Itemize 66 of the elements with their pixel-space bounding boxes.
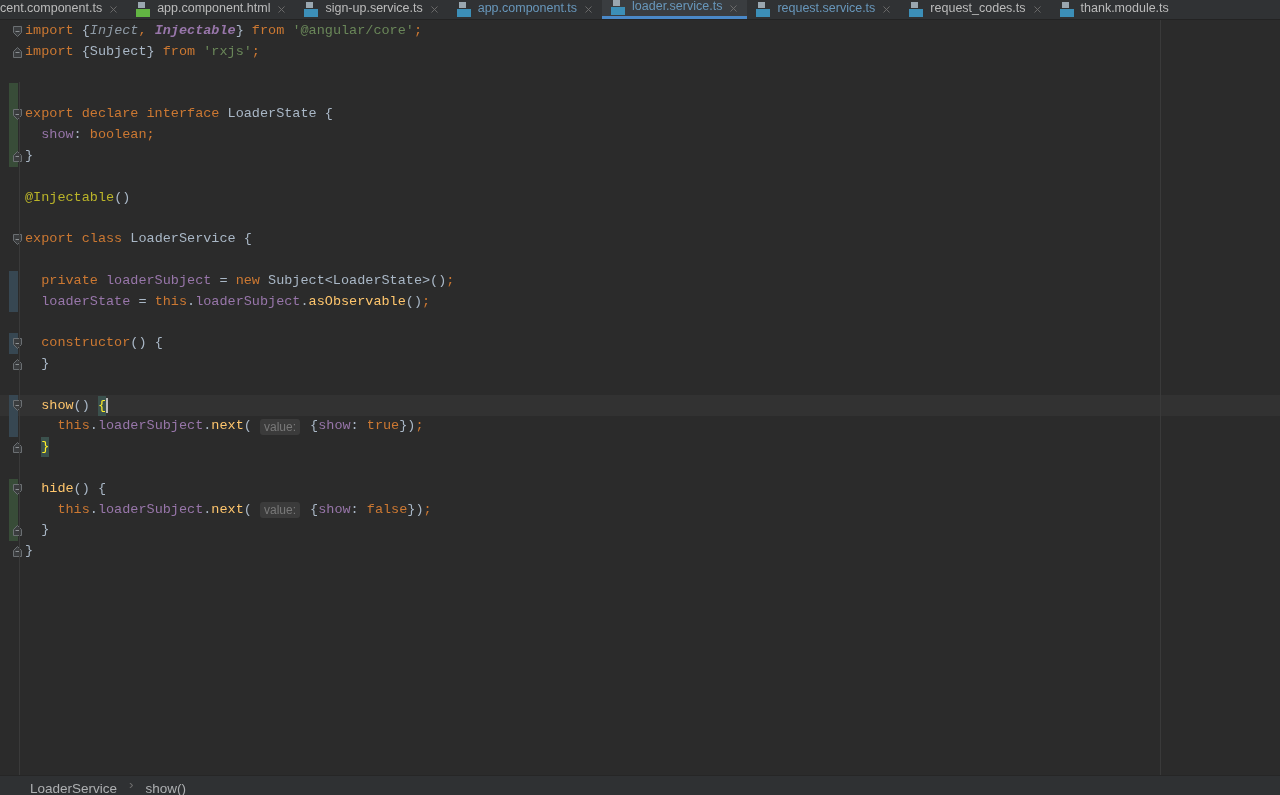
code-text: import {Subject} from 'rxjs'; bbox=[25, 43, 260, 62]
editor-tab[interactable]: loader.service.ts bbox=[602, 0, 748, 19]
file-icon bbox=[135, 1, 152, 18]
tab-label: loader.service.ts bbox=[632, 0, 723, 13]
breadcrumb-item[interactable]: LoaderService bbox=[30, 781, 118, 795]
file-icon bbox=[1058, 1, 1075, 18]
close-icon[interactable] bbox=[276, 4, 288, 15]
tab-label: app.component.ts bbox=[477, 1, 578, 15]
code-text: export class LoaderService { bbox=[25, 230, 252, 249]
inlay-hint: value: bbox=[259, 418, 300, 435]
close-icon[interactable] bbox=[583, 4, 595, 15]
code-text: import {Inject, Injectable} from '@angular/core'; bbox=[25, 22, 422, 41]
code-text: hide() { bbox=[40, 479, 106, 498]
tab-label: sign-up.service.ts bbox=[325, 1, 423, 15]
file-icon bbox=[610, 0, 627, 16]
code-text: @Injectable() bbox=[25, 188, 131, 207]
editor-tab[interactable]: request.service.ts bbox=[747, 0, 901, 19]
code-text: } bbox=[25, 542, 34, 561]
fold-icon[interactable] bbox=[13, 400, 22, 412]
fold-icon[interactable] bbox=[13, 46, 22, 58]
editor-tab[interactable]: sign-up.service.ts bbox=[295, 0, 448, 19]
file-icon bbox=[455, 1, 472, 18]
code-text: } bbox=[40, 521, 50, 540]
editor-tab[interactable]: app.component.ts bbox=[447, 0, 603, 19]
close-icon[interactable] bbox=[1031, 4, 1043, 15]
editor-tab[interactable]: app.component.html bbox=[127, 0, 296, 19]
code-text: loaderState = this.loaderSubject.asObservable(); bbox=[40, 292, 431, 311]
close-icon[interactable] bbox=[108, 4, 120, 15]
editor-tab[interactable]: request_codes.ts bbox=[900, 0, 1051, 19]
close-icon[interactable] bbox=[881, 4, 893, 15]
inlay-hint: value: bbox=[259, 501, 300, 518]
code-text: show: boolean; bbox=[40, 126, 155, 145]
fold-icon[interactable] bbox=[13, 483, 22, 495]
fold-icon[interactable] bbox=[13, 441, 22, 453]
tab-label: request.service.ts bbox=[777, 1, 876, 15]
tab-label: app.component.html bbox=[157, 1, 271, 15]
code-text: } bbox=[40, 355, 50, 373]
fold-icon[interactable] bbox=[13, 337, 22, 349]
fold-icon[interactable] bbox=[13, 109, 22, 121]
close-icon[interactable] bbox=[428, 4, 440, 15]
breadcrumb-item[interactable]: show() bbox=[145, 781, 187, 795]
code-text: show() { bbox=[25, 395, 108, 416]
tab-label: thank.module.ts bbox=[1080, 1, 1169, 15]
code-text: private loaderSubject = new Subject<LoaderState>(); bbox=[40, 271, 455, 290]
code-text: } bbox=[25, 147, 34, 166]
file-icon bbox=[908, 1, 925, 18]
fold-icon[interactable] bbox=[13, 26, 22, 37]
fold-icon[interactable] bbox=[13, 525, 22, 537]
tab-label: request_codes.ts bbox=[930, 1, 1026, 15]
code-text: export declare interface LoaderState { bbox=[25, 105, 333, 124]
file-icon bbox=[755, 1, 772, 18]
fold-icon[interactable] bbox=[13, 150, 22, 162]
fold-icon[interactable] bbox=[13, 545, 22, 557]
code-text: } bbox=[41, 437, 50, 458]
editor-tab[interactable]: thank.module.ts bbox=[1050, 0, 1177, 19]
code-text: this.loaderSubject.next( bbox=[56, 417, 253, 436]
fold-icon[interactable] bbox=[13, 233, 22, 245]
breadcrumb-separator: › bbox=[129, 776, 134, 795]
code-text: constructor() { bbox=[40, 334, 163, 353]
file-icon bbox=[303, 1, 320, 18]
code-text: {show: false}); bbox=[309, 500, 432, 519]
editor-tab[interactable]: cent.component.ts bbox=[0, 0, 128, 19]
tab-label: cent.component.ts bbox=[0, 1, 103, 15]
code-text: {show: true}); bbox=[309, 417, 424, 436]
fold-icon[interactable] bbox=[13, 358, 22, 370]
code-text: this.loaderSubject.next( bbox=[56, 500, 253, 519]
